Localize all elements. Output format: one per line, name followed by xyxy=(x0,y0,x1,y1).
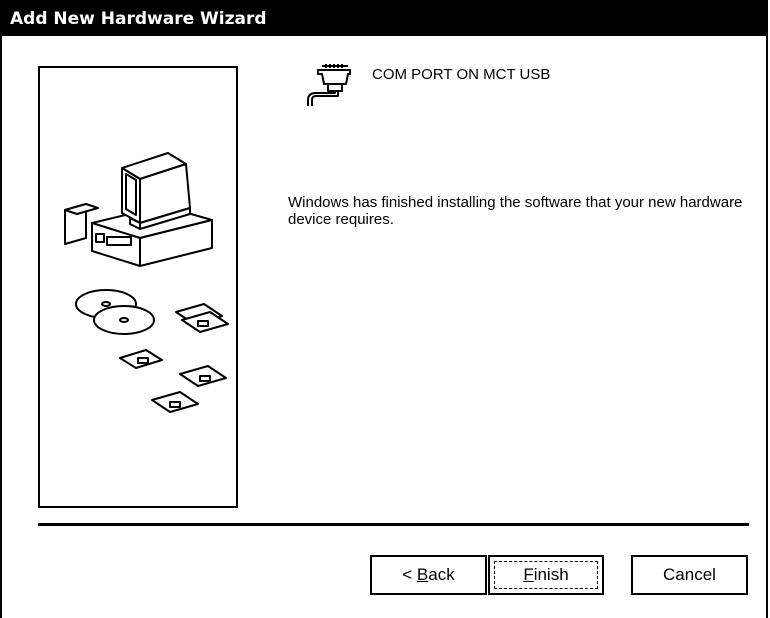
finish-button[interactable]: Finish xyxy=(488,555,604,595)
illustration-art xyxy=(64,152,229,413)
back-mnemonic: B xyxy=(416,565,429,584)
serial-port-icon xyxy=(307,64,351,106)
separator xyxy=(38,523,749,526)
finish-button-label: Finish xyxy=(523,565,568,584)
back-prefix: < xyxy=(402,565,417,584)
back-button[interactable]: < Back xyxy=(370,555,487,595)
completion-message: Windows has finished installing the soft… xyxy=(288,194,743,228)
back-button-label: < Back xyxy=(402,565,454,584)
window-title: Add New Hardware Wizard xyxy=(2,2,768,36)
finish-rest: inish xyxy=(533,565,569,584)
wizard-illustration xyxy=(38,66,238,508)
wizard-window: Add New Hardware Wizard COM PORT ON MCT … xyxy=(0,0,768,618)
computer-icon xyxy=(64,152,213,267)
finish-mnemonic: F xyxy=(523,565,534,584)
back-rest: ack xyxy=(428,565,455,584)
cd-icon xyxy=(75,289,155,335)
cancel-button-label: Cancel xyxy=(663,565,716,584)
device-name: COM PORT ON MCT USB xyxy=(372,66,551,83)
cancel-button[interactable]: Cancel xyxy=(631,555,748,595)
